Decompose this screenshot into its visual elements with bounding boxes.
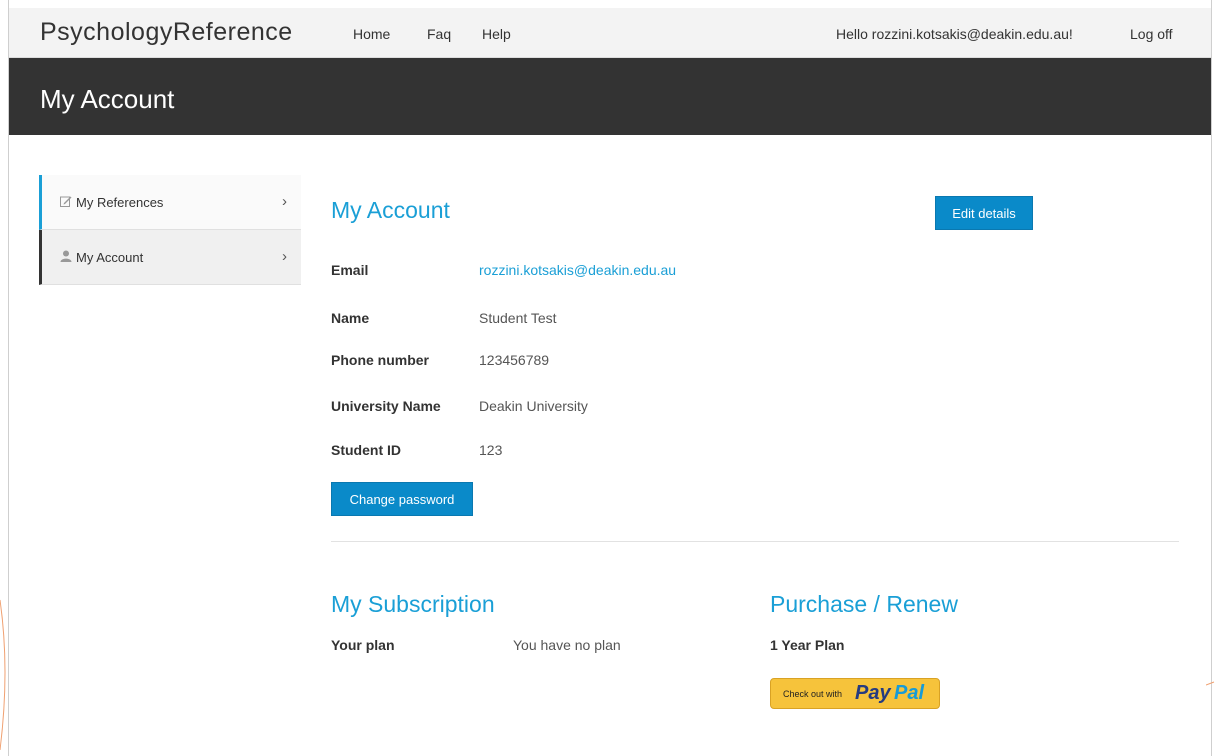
user-greeting-link[interactable]: Hello rozzini.kotsakis@deakin.edu.au!	[836, 26, 1073, 42]
sidebar-item-label: My References	[76, 195, 164, 210]
edit-details-button[interactable]: Edit details	[935, 196, 1033, 230]
student-id-label: Student ID	[331, 442, 401, 458]
section-divider	[331, 541, 1179, 542]
paypal-checkout-text: Check out with	[783, 689, 843, 699]
change-password-button[interactable]: Change password	[331, 482, 473, 516]
nav-help-link[interactable]: Help	[482, 26, 511, 42]
chevron-right-icon: ›	[282, 248, 287, 265]
paypal-logo-pal: Pal	[894, 682, 925, 704]
student-id-value: 123	[479, 442, 503, 458]
phone-value: 123456789	[479, 352, 550, 368]
name-value: Student Test	[479, 310, 557, 326]
decorative-arc-right	[1206, 681, 1215, 686]
top-navbar: PsychologyReference Home Faq Help Hello …	[9, 8, 1211, 58]
decorative-arc-left	[0, 599, 6, 751]
plan-label: Your plan	[331, 637, 395, 653]
purchase-section-title: Purchase / Renew	[770, 591, 958, 617]
sidebar-menu: My References › My Account ›	[39, 175, 301, 285]
chevron-right-icon: ›	[282, 193, 287, 210]
paypal-checkout-button[interactable]: Check out with Pay Pal	[770, 678, 940, 709]
account-section-title: My Account	[331, 197, 450, 223]
edit-icon	[60, 195, 72, 207]
brand-logo[interactable]: PsychologyReference	[40, 18, 293, 47]
university-label: University Name	[331, 398, 441, 414]
logoff-link[interactable]: Log off	[1130, 26, 1173, 42]
nav-home-link[interactable]: Home	[353, 26, 390, 42]
user-icon	[60, 250, 72, 262]
nav-faq-link[interactable]: Faq	[427, 26, 451, 42]
plan-value: You have no plan	[513, 637, 621, 653]
page-header-banner: My Account	[9, 58, 1211, 135]
page-title: My Account	[40, 84, 175, 114]
subscription-section-title: My Subscription	[331, 591, 495, 617]
name-label: Name	[331, 310, 370, 326]
phone-label: Phone number	[331, 352, 430, 368]
university-value: Deakin University	[479, 398, 588, 414]
paypal-logo-pay: Pay	[855, 682, 891, 704]
email-value-link[interactable]: rozzini.kotsakis@deakin.edu.au	[479, 262, 676, 278]
sidebar-item-my-account[interactable]: My Account ›	[39, 230, 301, 285]
email-label: Email	[331, 262, 369, 278]
browser-page: PsychologyReference Home Faq Help Hello …	[8, 0, 1212, 756]
one-year-plan-label: 1 Year Plan	[770, 637, 845, 653]
sidebar-item-label: My Account	[76, 250, 144, 265]
sidebar-item-my-references[interactable]: My References ›	[39, 175, 301, 230]
